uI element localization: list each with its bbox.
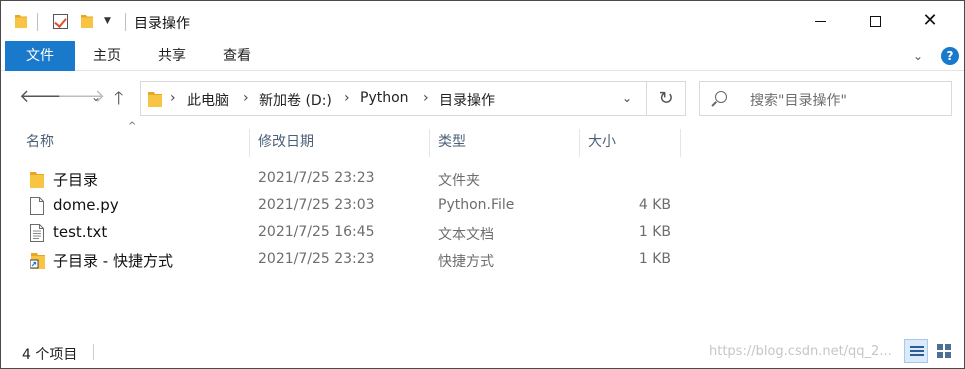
shortcut-icon <box>30 253 45 269</box>
address-bar[interactable]: › 此电脑 › 新加卷 (D:) › Python › 目录操作 ⌄ <box>140 81 647 116</box>
breadcrumb-separator-icon[interactable]: › <box>243 90 249 106</box>
maximize-icon <box>869 15 881 27</box>
file-date: 2021/7/25 23:23 <box>258 170 375 186</box>
minimize-icon <box>814 20 826 22</box>
search-icon <box>715 91 727 103</box>
help-button[interactable]: ? <box>941 47 959 65</box>
new-folder-icon[interactable] <box>81 14 93 28</box>
column-header-date[interactable]: 修改日期 <box>250 129 430 157</box>
tab-share[interactable]: 共享 <box>146 41 198 71</box>
breadcrumb-drive-d[interactable]: 新加卷 (D:) <box>259 90 332 110</box>
column-header-type[interactable]: 类型 <box>430 129 580 157</box>
breadcrumb-python[interactable]: Python <box>360 90 409 106</box>
file-type: 快捷方式 <box>438 254 494 270</box>
file-type: Python.File <box>438 197 515 213</box>
up-button[interactable]: 🡑 <box>114 86 123 116</box>
breadcrumb-separator-icon[interactable]: › <box>170 90 176 106</box>
breadcrumb-separator-icon[interactable]: › <box>423 90 429 106</box>
search-box[interactable]: 搜索"目录操作" <box>699 81 952 116</box>
text-file-icon <box>30 224 44 242</box>
folder-icon <box>30 172 44 188</box>
watermark-text: https://blog.csdn.net/qq_2... <box>709 344 892 359</box>
file-type: 文本文档 <box>438 227 494 243</box>
file-icon <box>30 197 44 215</box>
large-icons-view-button[interactable] <box>932 339 956 363</box>
tab-view[interactable]: 查看 <box>211 41 263 71</box>
file-size: 4 KB <box>638 197 671 213</box>
details-view-icon <box>910 346 924 348</box>
folder-icon <box>148 92 162 107</box>
close-button[interactable]: ✕ <box>907 1 953 41</box>
refresh-button[interactable]: ↻ <box>647 81 686 116</box>
details-view-button[interactable] <box>904 339 928 363</box>
file-row[interactable]: test.txt 2021/7/25 16:45 文本文档 1 KB <box>21 220 691 247</box>
file-size: 1 KB <box>638 224 671 240</box>
title-separator <box>125 13 126 31</box>
file-name[interactable]: dome.py <box>53 196 119 214</box>
status-bar: 4 个项目 https://blog.csdn.net/qq_2... <box>1 335 964 368</box>
file-date: 2021/7/25 23:03 <box>258 197 375 213</box>
file-date: 2021/7/25 23:23 <box>258 251 375 267</box>
column-header-name[interactable]: 名称 <box>18 129 250 157</box>
close-icon: ✕ <box>922 10 938 31</box>
title-bar: ▼ 目录操作 ✕ <box>1 1 964 41</box>
file-name[interactable]: 子目录 - 快捷方式 <box>53 250 173 271</box>
file-row[interactable]: 子目录 2021/7/25 23:23 文件夹 <box>21 166 691 193</box>
expand-ribbon-icon[interactable]: ⌄ <box>913 49 923 63</box>
properties-icon[interactable] <box>53 14 68 29</box>
breadcrumb-separator-icon[interactable]: › <box>344 90 350 106</box>
recent-locations-icon[interactable]: ⌄ <box>91 90 101 104</box>
file-row[interactable]: dome.py 2021/7/25 23:03 Python.File 4 KB <box>21 193 691 220</box>
maximize-button[interactable] <box>852 1 898 41</box>
tab-file[interactable]: 文件 <box>5 41 75 71</box>
window-title: 目录操作 <box>134 16 190 32</box>
file-row[interactable]: 子目录 - 快捷方式 2021/7/25 23:23 快捷方式 1 KB <box>21 247 691 274</box>
refresh-icon: ↻ <box>658 88 674 109</box>
breadcrumb-this-pc[interactable]: 此电脑 <box>187 90 229 110</box>
column-header-size[interactable]: 大小 <box>580 129 681 157</box>
file-name[interactable]: test.txt <box>53 223 107 241</box>
tab-home[interactable]: 主页 <box>81 41 133 71</box>
minimize-button[interactable] <box>797 1 843 41</box>
breadcrumb-current[interactable]: 目录操作 <box>439 90 495 110</box>
large-icons-view-icon <box>937 344 943 350</box>
search-input[interactable]: 搜索"目录操作" <box>750 90 847 110</box>
item-count: 4 个项目 <box>22 347 78 363</box>
file-type: 文件夹 <box>438 173 480 189</box>
title-separator <box>37 13 38 31</box>
file-name[interactable]: 子目录 <box>53 169 98 190</box>
ribbon: 文件 主页 共享 查看 ⌄ ? <box>1 41 964 71</box>
navigation-bar: 🡐 🡒 ⌄ 🡑 › 此电脑 › 新加卷 (D:) › Python › 目录操作… <box>1 72 964 124</box>
address-dropdown-icon[interactable]: ⌄ <box>622 91 632 105</box>
folder-icon[interactable] <box>15 14 27 28</box>
file-size: 1 KB <box>638 251 671 267</box>
explorer-window: ▼ 目录操作 ✕ 文件 主页 共享 查看 ⌄ ? 🡐 🡒 ⌄ 🡑 › 此电脑 ›… <box>0 0 965 369</box>
file-date: 2021/7/25 16:45 <box>258 224 375 240</box>
quick-access-dropdown-icon[interactable]: ▼ <box>104 16 111 26</box>
status-separator <box>93 344 94 360</box>
